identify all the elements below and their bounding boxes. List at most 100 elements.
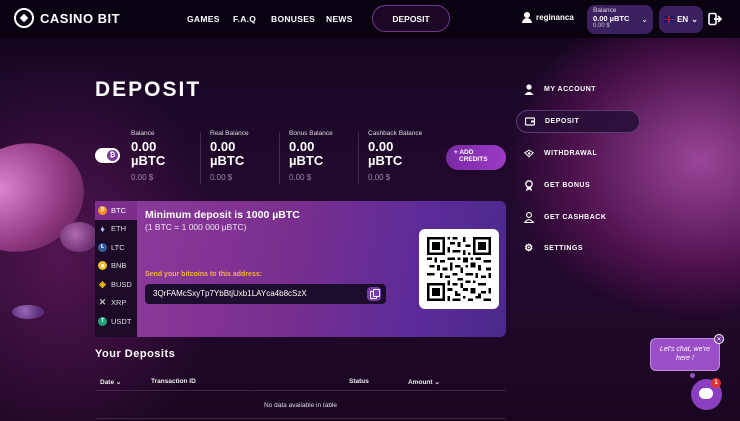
conversion-rate-text: (1 BTC = 1 000 000 µBTC) xyxy=(145,222,247,232)
add-credits-button[interactable]: + ADD CREDITS xyxy=(446,145,506,170)
deposit-address: 3QrFAMcSxyTp7YbBtjUxb1LAYca4b8cSzX xyxy=(153,289,307,298)
balance-dropdown[interactable]: Balance 0.00 µBTC 0.00 $ ⌄ xyxy=(587,5,653,34)
coin-label: ETH xyxy=(111,224,126,234)
username: reginanca xyxy=(536,13,574,22)
chat-prompt-line-2: here ! xyxy=(676,355,694,362)
coin-label: BNB xyxy=(111,261,127,271)
stat-cashback-balance: Cashback Balance 0.00 µBTC 0.00 $ xyxy=(363,130,433,182)
cash-icon xyxy=(524,149,534,158)
side-menu-get-bonus[interactable]: GET BONUS xyxy=(516,174,640,197)
stat-value: 0.00 xyxy=(131,139,157,154)
xrp-icon: ✕ xyxy=(98,297,107,308)
stat-usd: 0.00 $ xyxy=(289,173,312,182)
coin-tab-bnb[interactable]: ◆ BNB xyxy=(95,257,137,276)
tether-icon: T xyxy=(98,316,107,326)
chat-prompt-line-1: Let's chat, we're xyxy=(659,346,711,353)
side-menu-label: DEPOSIT xyxy=(545,118,580,125)
language-selector[interactable]: EN ⌄ xyxy=(659,6,703,33)
brand-logo[interactable]: CASINO BIT xyxy=(14,8,120,28)
table-header-divider xyxy=(95,390,506,391)
chevron-down-icon: ⌄ xyxy=(115,379,122,386)
chevron-down-icon: ⌄ xyxy=(434,379,440,386)
deposit-panel: Minimum deposit is 1000 µBTC (1 BTC = 1 … xyxy=(137,201,506,337)
nav-faq[interactable]: F.A.Q xyxy=(233,14,256,24)
side-menu-deposit[interactable]: DEPOSIT xyxy=(516,110,640,133)
balance-btc: 0.00 µBTC xyxy=(593,14,630,23)
coin-tab-busd[interactable]: ◈ BUSD xyxy=(95,275,137,294)
nav-games[interactable]: GAMES xyxy=(187,14,220,24)
balance-usd: 0.00 $ xyxy=(593,23,610,29)
gear-icon: ⚙ xyxy=(524,242,534,254)
coin-tab-ltc[interactable]: Ł LTC xyxy=(95,238,137,257)
column-label: Date xyxy=(100,379,115,386)
stat-unit: µBTC xyxy=(368,153,403,168)
coin-tab-eth[interactable]: ♦ ETH xyxy=(95,220,137,239)
coin-tab-list: ₿ BTC ♦ ETH Ł LTC ◆ BNB ◈ BUSD ✕ XRP T U… xyxy=(95,201,137,337)
stat-value: 0.00 xyxy=(210,139,236,154)
send-address-label: Send your bitcoins to this address: xyxy=(145,271,263,278)
stat-value: 0.00 xyxy=(368,139,394,154)
btc-currency-toggle[interactable]: ₿ xyxy=(95,148,120,163)
side-menu-label: WITHDRAWAL xyxy=(544,150,598,157)
coin-label: XRP xyxy=(111,298,127,308)
user-icon xyxy=(524,84,534,95)
stat-label: Cashback Balance xyxy=(368,130,423,137)
deposit-address-field[interactable]: 3QrFAMcSxyTp7YbBtjUxb1LAYca4b8cSzX xyxy=(145,284,386,304)
qr-code-image xyxy=(427,237,491,301)
stat-unit: µBTC xyxy=(131,153,166,168)
stat-usd: 0.00 $ xyxy=(210,173,233,182)
add-credits-label-1: + ADD xyxy=(454,149,474,156)
uk-flag-icon xyxy=(664,16,675,23)
decorative-coin-small xyxy=(60,222,98,252)
coin-tab-usdt[interactable]: T USDT xyxy=(95,312,137,331)
chevron-down-icon: ⌄ xyxy=(641,15,648,24)
litecoin-icon: Ł xyxy=(98,242,107,252)
nav-news[interactable]: NEWS xyxy=(326,14,353,24)
chat-prompt-bubble[interactable]: Let's chat, we're here ! xyxy=(650,338,720,371)
column-amount-header[interactable]: Amount ⌄ xyxy=(408,378,440,386)
medal-icon xyxy=(525,180,533,191)
stat-real-balance: Real Balance 0.00 µBTC 0.00 $ xyxy=(205,130,275,182)
side-menu-settings[interactable]: ⚙ SETTINGS xyxy=(516,237,640,260)
stat-bonus-balance: Bonus Balance 0.00 µBTC 0.00 $ xyxy=(284,130,354,182)
logout-icon[interactable] xyxy=(708,12,722,26)
coin-label: LTC xyxy=(111,242,125,252)
close-icon[interactable]: ✕ xyxy=(714,334,724,344)
column-date-header[interactable]: Date ⌄ xyxy=(100,378,121,386)
side-menu-label: GET BONUS xyxy=(544,182,591,189)
page-title: DEPOSIT xyxy=(95,78,202,101)
coin-label: BUSD xyxy=(111,279,132,289)
top-navigation-bar: CASINO BIT GAMES F.A.Q BONUSES NEWS DEPO… xyxy=(0,0,740,38)
copy-icon[interactable] xyxy=(367,287,381,301)
side-menu-withdrawal[interactable]: WITHDRAWAL xyxy=(516,142,640,165)
user-profile[interactable]: reginanca xyxy=(522,12,574,23)
side-menu-get-cashback[interactable]: GET CASHBACK xyxy=(516,206,640,229)
user-cashback-icon xyxy=(524,212,534,223)
stat-value: 0.00 xyxy=(289,139,315,154)
chat-bubble-tail xyxy=(690,373,695,378)
nav-deposit-button[interactable]: DEPOSIT xyxy=(372,5,450,32)
balance-label: Balance xyxy=(593,7,617,14)
coin-tab-xrp[interactable]: ✕ XRP xyxy=(95,294,137,313)
column-status-header: Status xyxy=(349,378,369,385)
coin-label: USDT xyxy=(111,316,132,326)
nav-bonuses[interactable]: BONUSES xyxy=(271,14,315,24)
decorative-coin-tiny xyxy=(12,305,44,319)
coin-tab-btc[interactable]: ₿ BTC xyxy=(95,201,137,220)
side-menu-label: MY ACCOUNT xyxy=(544,86,597,93)
bnb-icon: ◆ xyxy=(98,261,107,271)
chevron-down-icon: ⌄ xyxy=(691,15,698,24)
stat-label: Real Balance xyxy=(210,130,249,137)
table-bottom-divider xyxy=(95,418,506,419)
stat-divider xyxy=(358,132,359,184)
bitcoin-icon: ₿ xyxy=(98,205,107,215)
language-code: EN xyxy=(677,15,689,24)
busd-icon: ◈ xyxy=(99,278,106,289)
side-menu-my-account[interactable]: MY ACCOUNT xyxy=(516,78,640,101)
table-empty-message: No data available in table xyxy=(264,402,337,409)
stat-usd: 0.00 $ xyxy=(368,173,391,182)
coin-label: BTC xyxy=(111,205,126,215)
stat-balance: Balance 0.00 µBTC 0.00 $ xyxy=(126,130,196,182)
qr-code xyxy=(419,229,499,309)
stat-label: Balance xyxy=(131,130,155,137)
